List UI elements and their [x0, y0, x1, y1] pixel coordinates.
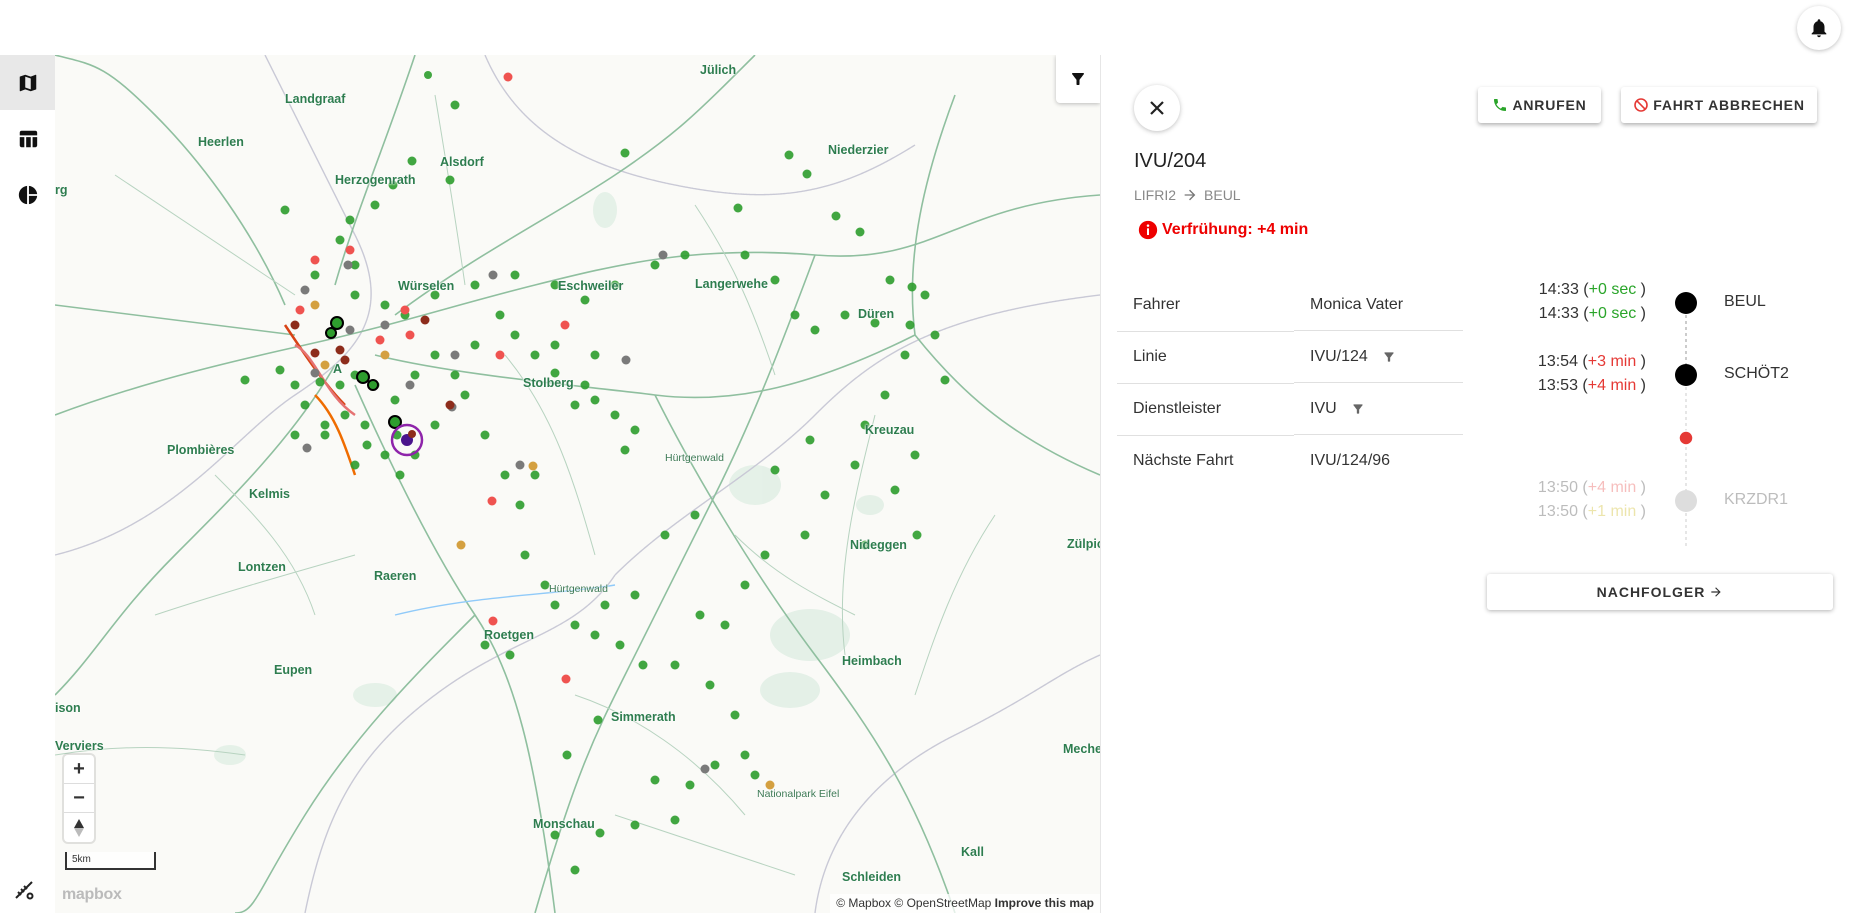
paren: )	[1640, 503, 1646, 520]
stop-name[interactable]: BEUL	[1724, 293, 1766, 311]
place-label: rg	[55, 183, 68, 197]
place-label: Meche	[1063, 742, 1100, 756]
stop-dot	[1675, 364, 1697, 386]
paren: )	[1640, 353, 1646, 370]
table-icon	[19, 130, 37, 147]
departure-time: 13:50	[1537, 503, 1578, 520]
place-label: Nationalpark Eifel	[757, 788, 840, 800]
place-label: Schleiden	[842, 870, 902, 884]
place-label: Alsdorf	[440, 155, 484, 169]
improve-map-link[interactable]: Improve this map	[995, 896, 1094, 910]
place-label: Heerlen	[198, 135, 244, 149]
place-label: Herzogenrath	[335, 173, 416, 187]
map-icon	[19, 74, 36, 91]
layer-toggle-button[interactable]	[12, 878, 36, 907]
zoom-out-button[interactable]: −	[64, 784, 94, 813]
place-label: Kall	[961, 845, 984, 859]
nav-map[interactable]	[0, 55, 55, 110]
arrival-time-row: 13:50 (+4 min )	[1538, 479, 1646, 497]
place-label: Stolberg	[523, 376, 574, 390]
bell-icon	[1811, 19, 1827, 38]
delay-value: +4 min	[1587, 479, 1637, 496]
arrow-right-icon	[1711, 587, 1722, 597]
nav-table[interactable]	[0, 111, 55, 166]
place-label: Niederzier	[828, 143, 889, 157]
paren: )	[1640, 281, 1646, 298]
place-label: Lontzen	[238, 560, 286, 574]
place-label: Kreuzau	[865, 423, 915, 437]
place-label: Verviers	[55, 739, 104, 753]
zoom-control: + −	[64, 755, 94, 842]
place-label: Landgraaf	[285, 92, 346, 106]
arrival-time: 13:50	[1537, 479, 1578, 496]
attribution-mapbox[interactable]: © Mapbox	[836, 896, 891, 910]
stop-dot	[1675, 490, 1697, 512]
pie-chart-icon	[18, 185, 37, 204]
place-label: Kelmis	[249, 487, 290, 501]
mapbox-logo-text: mapbox	[62, 886, 122, 903]
layers-off-icon	[15, 881, 34, 900]
place-label: Hürtgenwald	[665, 452, 724, 464]
departure-time: 13:53	[1537, 377, 1578, 394]
stop-name[interactable]: KRZDR1	[1724, 491, 1788, 509]
departure-time-row: 14:33 (+0 sec )	[1539, 305, 1646, 323]
place-label: Zülpic	[1067, 537, 1100, 551]
map-canvas	[55, 55, 1100, 913]
delay-value: +4 min	[1587, 377, 1637, 394]
map-view[interactable]: Jülich Landgraaf Niederzier Heerlen Alsd…	[55, 55, 1100, 913]
stop-name[interactable]: SCHÖT2	[1724, 365, 1789, 383]
compass-button[interactable]	[64, 813, 94, 842]
attribution-osm[interactable]: © OpenStreetMap	[894, 896, 991, 910]
top-bar	[0, 0, 1849, 55]
departure-time-row: 13:53 (+4 min )	[1538, 377, 1646, 395]
successor-button[interactable]: NACHFOLGER	[1487, 574, 1833, 610]
place-label: Nideggen	[850, 538, 907, 552]
vehicle-position-dot	[1678, 430, 1694, 446]
place-label: Roetgen	[484, 628, 534, 642]
place-label: Hürtgenwald	[549, 583, 608, 595]
departure-time: 14:33	[1538, 305, 1579, 322]
map-attribution: © Mapbox © OpenStreetMap Improve this ma…	[830, 894, 1100, 913]
place-label: Raeren	[374, 569, 417, 583]
zoom-in-button[interactable]: +	[64, 755, 94, 784]
place-label: Eschweiler	[558, 279, 624, 293]
place-label: Eupen	[274, 663, 313, 677]
mapbox-logo[interactable]: mapbox	[62, 886, 122, 904]
place-label: Monschau	[533, 817, 595, 831]
notifications-button[interactable]	[1797, 6, 1841, 50]
place-label: ison	[55, 701, 81, 715]
compass-icon	[74, 818, 84, 837]
arrival-time-row: 14:33 (+0 sec )	[1539, 281, 1646, 299]
stop-dot	[1675, 292, 1697, 314]
paren: )	[1640, 479, 1646, 496]
arrival-time-row: 13:54 (+3 min )	[1538, 353, 1646, 371]
paren: )	[1640, 377, 1646, 394]
place-label: Düren	[858, 307, 895, 321]
map-filter-button[interactable]	[1056, 55, 1100, 103]
place-label: Jülich	[700, 63, 737, 77]
delay-value: +0 sec	[1588, 281, 1637, 298]
delay-value: +1 min	[1587, 503, 1637, 520]
place-label: A	[333, 362, 343, 376]
arrival-time: 14:33	[1538, 281, 1579, 298]
place-label: Plombières	[167, 443, 235, 457]
delay-value: +0 sec	[1588, 305, 1637, 322]
filter-icon	[1072, 73, 1084, 85]
trip-detail-panel: ANRUFEN FAHRT ABBRECHEN IVU/204 LIFRI2 B…	[1100, 55, 1849, 913]
place-label: Heimbach	[842, 654, 902, 668]
successor-label: NACHFOLGER	[1596, 584, 1706, 600]
place-label: Würselen	[398, 279, 455, 293]
side-navigation	[0, 55, 55, 913]
paren: )	[1640, 305, 1646, 322]
departure-time-row: 13:50 (+1 min )	[1538, 503, 1646, 521]
arrival-time: 13:54	[1537, 353, 1578, 370]
stop-timeline-graphic	[1675, 292, 1697, 547]
delay-value: +3 min	[1587, 353, 1637, 370]
scale-bar: 5km	[65, 852, 156, 870]
nav-statistics[interactable]	[0, 167, 55, 222]
place-label: Langerwehe	[695, 277, 768, 291]
place-label: Simmerath	[611, 710, 676, 724]
